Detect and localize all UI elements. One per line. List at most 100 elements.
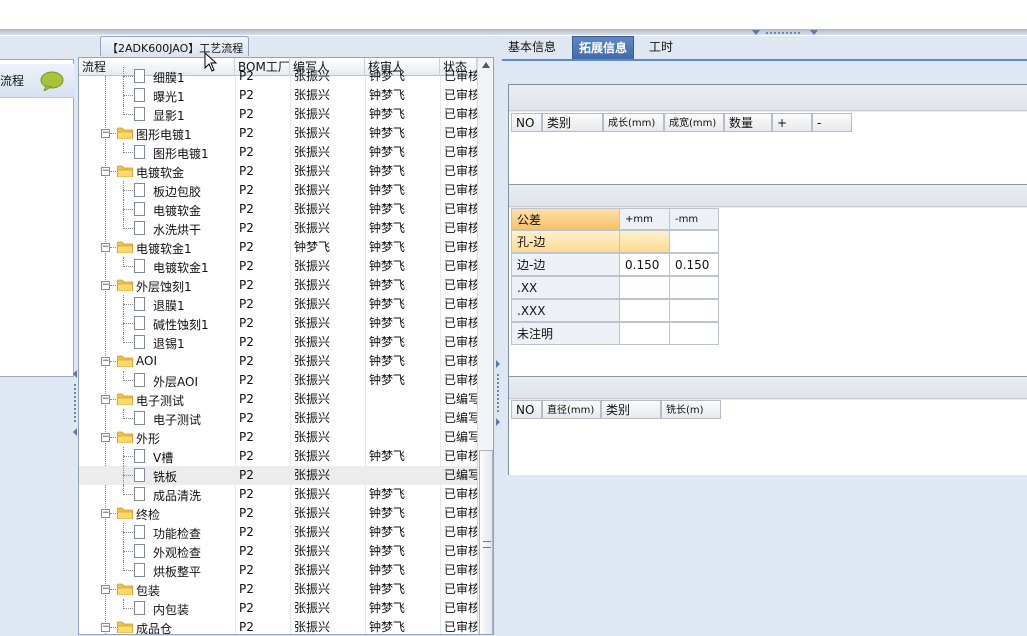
tree-line <box>123 152 133 153</box>
document-icon <box>134 335 145 349</box>
tree-expand-toggle-icon[interactable]: − <box>101 129 110 138</box>
table-row[interactable]: 功能检查 P2 张振兴 钟梦飞 已审核 <box>79 523 477 542</box>
tree-line <box>110 247 116 248</box>
table-row[interactable]: − 图形电镀1 P2 张振兴 钟梦飞 已审核 <box>79 124 477 143</box>
table-row[interactable]: − 外形 P2 张振兴 已编写 <box>79 428 477 447</box>
grid-vertical-scrollbar[interactable] <box>477 58 493 634</box>
table-row[interactable]: 烘板整平 P2 张振兴 钟梦飞 已审核 <box>79 561 477 580</box>
tree-expand-toggle-icon[interactable]: − <box>101 433 110 442</box>
tree-expand-toggle-icon[interactable]: − <box>101 509 110 518</box>
tolerance-plus-cell[interactable]: 0.150 <box>619 253 670 276</box>
cell-writer: 张振兴 <box>294 487 331 501</box>
tree-expand-toggle-icon[interactable]: − <box>101 243 110 252</box>
table-row[interactable]: 图形电镀1 P2 张振兴 钟梦飞 已审核 <box>79 143 477 162</box>
milling-col-category[interactable]: 类别 <box>601 400 661 419</box>
size-col-minus[interactable]: - <box>812 113 852 132</box>
cell-writer: 张振兴 <box>294 449 331 463</box>
tree-expand-toggle-icon[interactable]: − <box>101 167 110 176</box>
table-row[interactable]: − 外层蚀刻1 P2 张振兴 钟梦飞 已审核 <box>79 276 477 295</box>
scrollbar-grip-icon <box>483 541 491 548</box>
table-row[interactable]: 细膜1 P2 张振兴 钟梦飞 已审核 <box>79 67 477 86</box>
cell-bom: P2 <box>239 544 254 558</box>
size-col-length[interactable]: 成长(mm) <box>603 113 664 132</box>
milling-col-length[interactable]: 铣长(m) <box>661 400 721 419</box>
tab-work-hours[interactable]: 工时 <box>643 36 679 60</box>
cell-bom: P2 <box>239 297 254 311</box>
size-col-plus[interactable]: + <box>772 113 812 132</box>
table-row[interactable]: − 成品仓 P2 张振兴 钟梦飞 已审核 <box>79 618 477 634</box>
scroll-up-arrow-icon[interactable] <box>482 62 490 68</box>
tree-expand-toggle-icon[interactable]: − <box>101 623 110 632</box>
tolerance-plus-cell[interactable] <box>619 276 670 299</box>
cell-reviewer: 钟梦飞 <box>369 373 406 387</box>
scrollbar-thumb[interactable] <box>479 450 493 634</box>
cell-bom: P2 <box>239 126 254 140</box>
cell-reviewer <box>365 466 440 485</box>
table-row[interactable]: − 电子测试 P2 张振兴 已编写 <box>79 390 477 409</box>
speech-bubble-icon[interactable] <box>40 71 64 91</box>
tree-line <box>110 627 116 628</box>
table-row[interactable]: 成品清洗 P2 张振兴 钟梦飞 已审核 <box>79 485 477 504</box>
size-col-qty[interactable]: 数量 <box>724 113 772 132</box>
size-col-width[interactable]: 成宽(mm) <box>664 113 724 132</box>
table-row[interactable]: 水洗烘干 P2 张振兴 钟梦飞 已审核 <box>79 219 477 238</box>
table-row[interactable]: 电镀软金 P2 张振兴 钟梦飞 已审核 <box>79 200 477 219</box>
tolerance-plus-cell[interactable] <box>619 322 670 345</box>
tree-expand-toggle-icon[interactable]: − <box>101 395 110 404</box>
tree-node-label: 图形电镀1 <box>136 128 192 142</box>
size-col-category[interactable]: 类别 <box>542 113 603 132</box>
tolerance-minus-cell[interactable] <box>669 299 719 322</box>
cell-status: 已审核 <box>444 145 477 159</box>
table-row[interactable]: − 包装 P2 张振兴 钟梦飞 已审核 <box>79 580 477 599</box>
splitter-grip-icon[interactable] <box>495 360 501 430</box>
tolerance-minus-cell[interactable] <box>669 322 719 345</box>
table-row[interactable]: 外观检查 P2 张振兴 钟梦飞 已审核 <box>79 542 477 561</box>
tree-line <box>123 114 133 115</box>
table-row[interactable]: 板边包胶 P2 张振兴 钟梦飞 已审核 <box>79 181 477 200</box>
document-icon <box>134 544 145 558</box>
cell-status: 已审核 <box>444 620 477 634</box>
document-icon <box>134 69 145 83</box>
tolerance-plus-cell[interactable] <box>619 299 670 322</box>
table-row[interactable]: 退膜1 P2 张振兴 钟梦飞 已审核 <box>79 295 477 314</box>
tree-expand-toggle-icon[interactable]: − <box>101 357 110 366</box>
table-row[interactable]: 碱性蚀刻1 P2 张振兴 钟梦飞 已审核 <box>79 314 477 333</box>
table-row[interactable]: 曝光1 P2 张振兴 钟梦飞 已审核 <box>79 86 477 105</box>
tab-extended-info[interactable]: 拓展信息 <box>572 36 635 60</box>
cell-status: 已审核 <box>444 582 477 596</box>
table-row[interactable]: − 终检 P2 张振兴 钟梦飞 已审核 <box>79 504 477 523</box>
cell-bom: P2 <box>239 164 254 178</box>
table-row[interactable]: 内包装 P2 张振兴 钟梦飞 已审核 <box>79 599 477 618</box>
table-row[interactable]: 显影1 P2 张振兴 钟梦飞 已审核 <box>79 105 477 124</box>
cell-status: 已审核 <box>444 563 477 577</box>
table-row[interactable]: − 电镀软金1 P2 钟梦飞 钟梦飞 已审核 <box>79 238 477 257</box>
tree-expand-toggle-icon[interactable]: − <box>101 281 110 290</box>
milling-col-diameter[interactable]: 直径(mm) <box>542 400 601 419</box>
tree-node-label: 包装 <box>136 584 161 598</box>
table-row[interactable]: 铣板 P2 张振兴 已编写 <box>79 466 477 485</box>
top-splitter[interactable] <box>0 29 1027 35</box>
cell-reviewer: 钟梦飞 <box>369 88 406 102</box>
table-row[interactable]: 电镀软金1 P2 张振兴 钟梦飞 已审核 <box>79 257 477 276</box>
cell-bom: P2 <box>239 335 254 349</box>
table-row[interactable]: − AOI P2 张振兴 钟梦飞 已审核 <box>79 352 477 371</box>
cell-writer: 张振兴 <box>294 563 331 577</box>
vertical-splitter[interactable] <box>494 36 502 636</box>
table-row[interactable]: − 电镀软金 P2 张振兴 钟梦飞 已审核 <box>79 162 477 181</box>
document-tab[interactable]: 【2ADK600JAO】工艺流程 <box>100 36 249 56</box>
tolerance-minus-cell[interactable]: 0.150 <box>669 253 719 276</box>
tolerance-minus-cell[interactable] <box>669 276 719 299</box>
table-row[interactable]: 外层AOI P2 张振兴 钟梦飞 已审核 <box>79 371 477 390</box>
table-row[interactable]: 退锡1 P2 张振兴 钟梦飞 已审核 <box>79 333 477 352</box>
cell-reviewer: 钟梦飞 <box>369 221 406 235</box>
tab-basic-info[interactable]: 基本信息 <box>502 36 562 60</box>
milling-col-no[interactable]: NO <box>511 400 542 419</box>
tolerance-plus-cell[interactable] <box>619 230 670 253</box>
tolerance-minus-cell[interactable] <box>669 230 719 253</box>
tree-expand-toggle-icon[interactable]: − <box>101 585 110 594</box>
size-col-no[interactable]: NO <box>511 113 542 132</box>
folder-icon <box>117 279 133 291</box>
table-row[interactable]: V槽 P2 张振兴 钟梦飞 已审核 <box>79 447 477 466</box>
table-row[interactable]: 电子测试 P2 张振兴 已编写 <box>79 409 477 428</box>
tree-line <box>123 266 133 267</box>
